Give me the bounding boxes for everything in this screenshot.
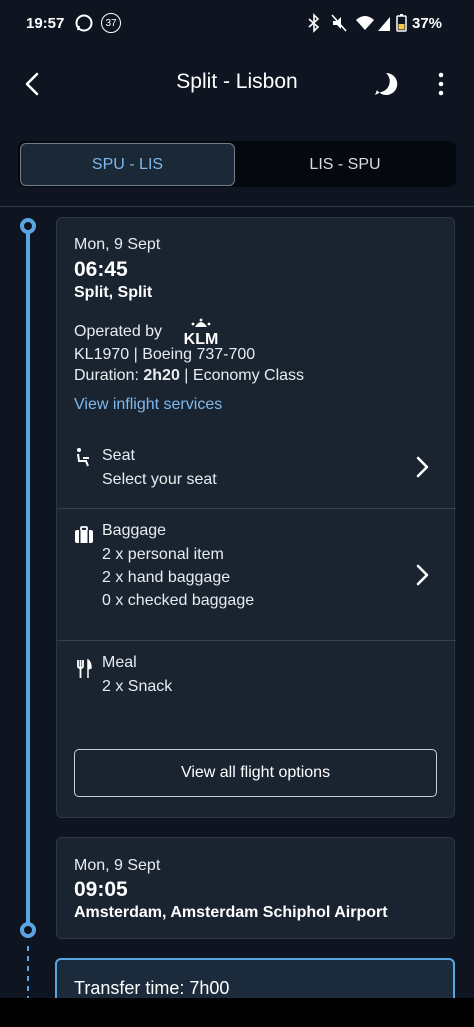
baggage-option-row[interactable]: Baggage 2 x personal item 2 x hand bagga… xyxy=(57,509,456,640)
operated-by-label: Operated by xyxy=(74,323,163,340)
meal-title: Meal xyxy=(102,654,137,671)
seat-chevron-right-icon xyxy=(416,456,429,478)
duration-label: Duration: xyxy=(74,367,144,384)
view-inflight-services-link[interactable]: View inflight services xyxy=(74,396,222,414)
baggage-chevron-right-icon xyxy=(416,564,429,586)
battery-icon xyxy=(396,14,407,32)
status-time: 19:57 xyxy=(26,15,65,32)
seat-option-row[interactable]: Seat Select your seat xyxy=(57,430,456,508)
transfer-time: Transfer time: 7h00 xyxy=(74,978,230,998)
signal-icon xyxy=(378,17,390,31)
timeline-transfer-dots xyxy=(27,946,29,998)
departure-place: Split, Split xyxy=(74,284,153,301)
timeline-departure-dot xyxy=(20,218,36,234)
arrival-card: Mon, 9 Sept 09:05 Amsterdam, Amsterdam S… xyxy=(56,837,455,939)
arrival-time: 09:05 xyxy=(74,878,128,901)
seat-subtitle: Select your seat xyxy=(102,471,217,488)
baggage-personal-item: 2 x personal item xyxy=(102,546,224,563)
header-divider xyxy=(0,206,474,207)
departure-time: 06:45 xyxy=(74,258,128,281)
tab-outbound[interactable]: SPU - LIS xyxy=(20,143,235,186)
baggage-hand: 2 x hand baggage xyxy=(102,569,231,586)
page-title: Split - Lisbon xyxy=(176,70,298,93)
help-icon[interactable]: ? xyxy=(372,70,400,98)
tab-return[interactable]: LIS - SPU xyxy=(236,143,454,186)
duration-line: Duration: 2h20 | Economy Class xyxy=(74,367,304,385)
mute-icon xyxy=(331,14,347,32)
more-options-icon[interactable] xyxy=(430,70,452,98)
meal-icon xyxy=(77,659,92,678)
flight-number-aircraft: KL1970 | Boeing 737-700 xyxy=(74,346,256,363)
duration-value: 2h20 xyxy=(143,367,180,384)
meal-subtitle: 2 x Snack xyxy=(102,678,173,695)
baggage-icon xyxy=(75,526,93,543)
seat-title: Seat xyxy=(102,447,135,464)
departure-card: Mon, 9 Sept 06:45 Split, Split Operated … xyxy=(56,217,456,818)
timeline-arrival-dot xyxy=(20,922,36,938)
battery-percent: 37% xyxy=(412,15,443,32)
klm-logo: KLM xyxy=(184,318,219,346)
svg-text:?: ? xyxy=(382,76,391,92)
wifi-icon xyxy=(356,16,374,30)
meal-option-row: Meal 2 x Snack xyxy=(57,641,456,721)
notification-count-icon: 37 xyxy=(101,13,121,33)
cabin-class: | Economy Class xyxy=(179,367,305,384)
arrival-place: Amsterdam, Amsterdam Schiphol Airport xyxy=(74,904,388,921)
arrival-date: Mon, 9 Sept xyxy=(74,857,161,874)
bluetooth-icon xyxy=(308,13,320,33)
departure-date: Mon, 9 Sept xyxy=(74,236,161,253)
status-bar: 19:57 37 37% xyxy=(0,0,474,46)
whatsapp-icon xyxy=(75,14,93,32)
klm-logo-text: KLM xyxy=(184,331,219,346)
baggage-checked: 0 x checked baggage xyxy=(102,592,255,609)
timeline-line xyxy=(26,224,30,930)
system-navigation-bar xyxy=(0,998,474,1027)
baggage-title: Baggage xyxy=(102,522,167,539)
seat-icon xyxy=(77,448,89,467)
view-all-flight-options-button[interactable]: View all flight options xyxy=(74,749,437,797)
